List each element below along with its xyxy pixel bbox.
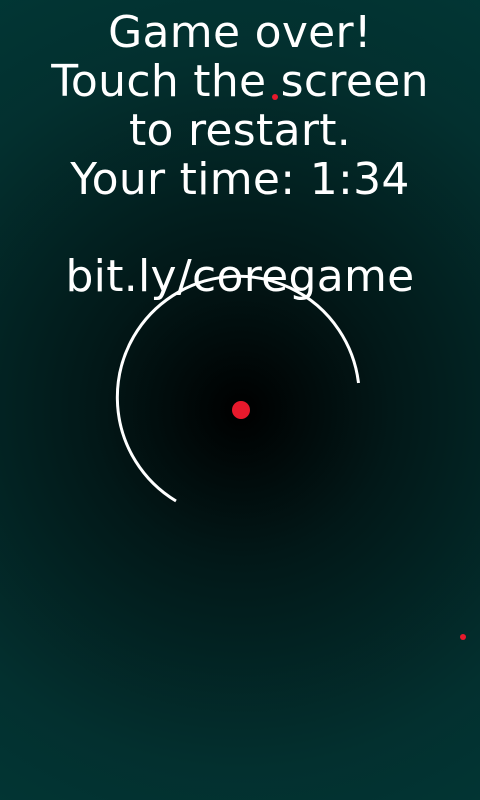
particle-dot: [460, 634, 466, 640]
restart-instruction-line-1: Touch the screen: [51, 56, 429, 107]
game-over-title: Game over!: [108, 7, 372, 58]
final-time: Your time: 1:34: [70, 154, 410, 205]
restart-instruction-line-2: to restart.: [128, 105, 352, 156]
game-screen[interactable]: Game over! Touch the screen to restart. …: [0, 0, 480, 800]
game-over-message: Game over! Touch the screen to restart. …: [0, 8, 480, 301]
shield-arc: [115, 274, 360, 503]
game-link: bit.ly/coregame: [65, 251, 415, 302]
core-dot: [232, 401, 250, 419]
